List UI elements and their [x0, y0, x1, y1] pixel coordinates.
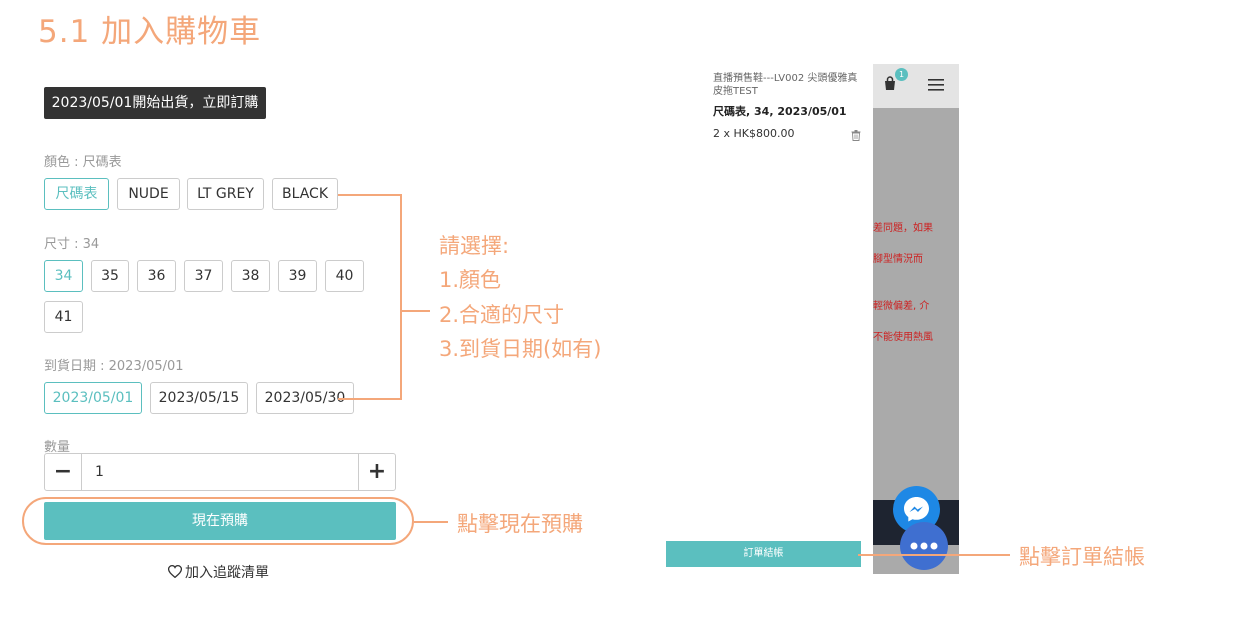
color-option-black[interactable]: BLACK: [272, 178, 338, 210]
chat-button[interactable]: [900, 522, 948, 570]
heart-icon: [167, 565, 183, 579]
date-option-0515[interactable]: 2023/05/15: [150, 382, 248, 414]
color-option-nude[interactable]: NUDE: [117, 178, 180, 210]
selection-bracket: [338, 194, 402, 400]
menu-icon[interactable]: [928, 77, 944, 96]
checkout-button[interactable]: 訂單結帳: [666, 541, 861, 567]
shipping-banner: 2023/05/01開始出貨，立即訂購: [44, 87, 266, 119]
annotation-select-title: 請選擇:: [439, 234, 510, 258]
quantity-stepper: − 1 +: [44, 453, 396, 491]
annotation-select-color: 1.顏色: [439, 268, 502, 292]
size-option-35[interactable]: 35: [91, 260, 129, 292]
size-option-37[interactable]: 37: [184, 260, 223, 292]
size-option-38[interactable]: 38: [231, 260, 270, 292]
background-text: 差同題，如果: [873, 223, 933, 234]
color-label: 顏色 : 尺碼表: [44, 155, 122, 170]
background-text: 不能使用熱風: [873, 332, 933, 343]
page-heading: 5.1 加入購物車: [38, 14, 262, 50]
wishlist-label: 加入追蹤清單: [185, 565, 269, 581]
size-option-36[interactable]: 36: [137, 260, 176, 292]
quantity-decrease-button[interactable]: −: [45, 454, 82, 490]
annotation-checkout: 點擊訂單結帳: [1019, 545, 1145, 569]
buy-connector: [414, 521, 448, 523]
size-option-39[interactable]: 39: [278, 260, 317, 292]
preorder-button[interactable]: 現在預購: [44, 502, 396, 540]
background-text: 腳型情況而: [873, 254, 923, 265]
size-option-41[interactable]: 41: [44, 301, 83, 333]
annotation-select-size: 2.合適的尺寸: [439, 303, 565, 327]
date-option-0501[interactable]: 2023/05/01: [44, 382, 142, 414]
annotation-select-date: 3.到貨日期(如有): [439, 337, 602, 361]
color-option-lt-grey[interactable]: LT GREY: [187, 178, 264, 210]
cart-item-title: 直播預售鞋---LV002 尖頭優雅真皮拖TEST: [713, 73, 858, 97]
wishlist-link[interactable]: 加入追蹤清單: [167, 562, 269, 582]
cart-badge: 1: [895, 68, 908, 81]
date-label: 到貨日期 : 2023/05/01: [44, 359, 184, 374]
cart-item-variant: 尺碼表, 34, 2023/05/01: [713, 105, 847, 118]
checkout-connector: [858, 554, 1010, 556]
background-text: 輕微偏差, 介: [873, 301, 930, 312]
color-option-size-chart[interactable]: 尺碼表: [44, 178, 109, 210]
quantity-increase-button[interactable]: +: [358, 454, 395, 490]
annotation-buy: 點擊現在預購: [457, 512, 583, 536]
trash-icon[interactable]: [851, 126, 861, 145]
quantity-input[interactable]: 1: [95, 454, 104, 490]
size-label: 尺寸 : 34: [44, 237, 100, 252]
selection-connector: [402, 310, 430, 312]
more-icon: [910, 542, 938, 550]
size-option-34[interactable]: 34: [44, 260, 83, 292]
cart-item-price: 2 x HK$800.00: [713, 127, 795, 140]
cart-drawer: [703, 64, 873, 574]
